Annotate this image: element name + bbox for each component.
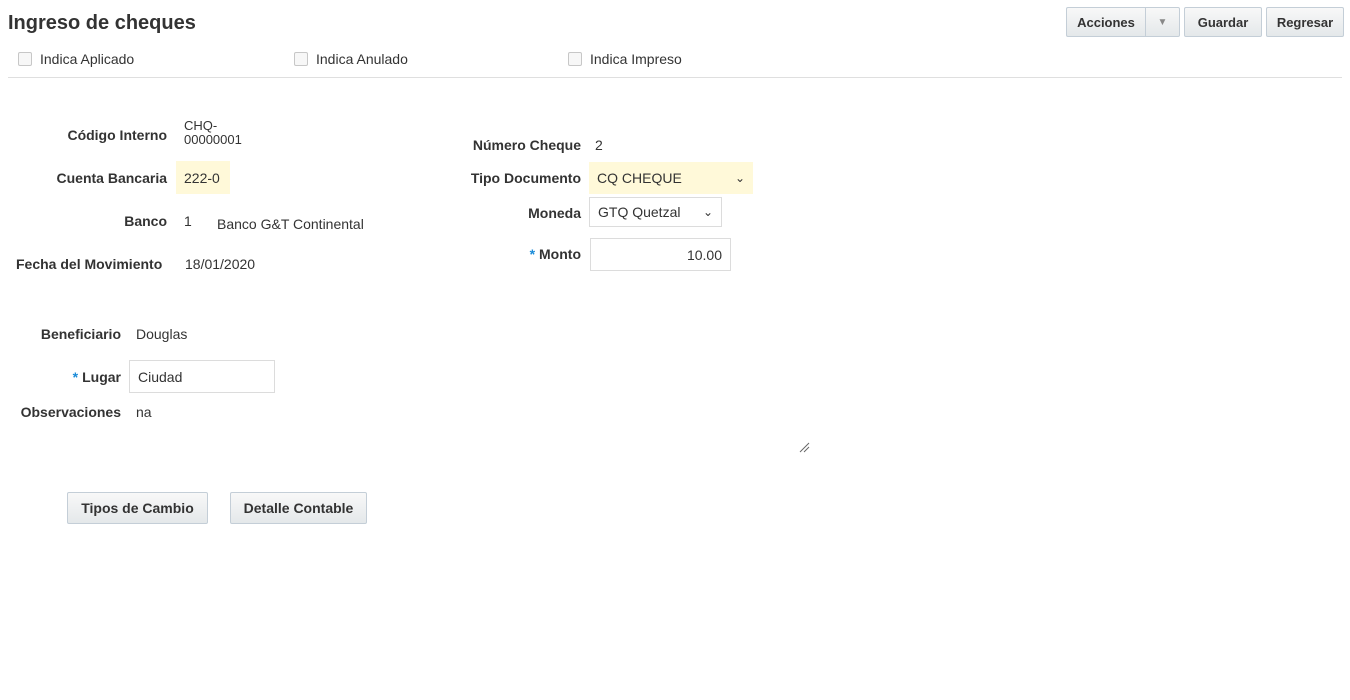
back-button[interactable]: Regresar xyxy=(1266,7,1344,37)
codigo-interno-value: CHQ- 00000001 xyxy=(184,119,242,147)
toolbar: Acciones ▼ Guardar Regresar xyxy=(1066,7,1344,37)
moneda-label: Moneda xyxy=(528,205,581,221)
codigo-interno-line1: CHQ- xyxy=(184,118,218,133)
lugar-label: Lugar xyxy=(82,369,121,385)
fecha-movimiento-label: Fecha del Movimiento xyxy=(16,256,163,272)
divider xyxy=(8,77,1342,78)
tipo-documento-select[interactable]: CQ CHEQUE ⌄ xyxy=(589,162,753,194)
cuenta-bancaria-field[interactable]: 222-0 xyxy=(176,161,230,194)
monto-label: Monto xyxy=(539,246,581,262)
fecha-movimiento-value: 18/01/2020 xyxy=(185,256,256,272)
page-title: Ingreso de cheques xyxy=(8,12,196,34)
tipo-documento-label: Tipo Documento xyxy=(470,170,581,186)
monto-label-wrap: * Monto xyxy=(440,246,581,262)
chevron-down-icon: ⌄ xyxy=(702,205,713,219)
checkbox-anulado-label: Indica Anulado xyxy=(316,51,408,67)
save-button[interactable]: Guardar xyxy=(1184,7,1262,37)
checkbox-icon[interactable] xyxy=(18,52,32,66)
codigo-interno-line2: 00000001 xyxy=(184,132,242,147)
moneda-select[interactable]: GTQ Quetzal ⌄ xyxy=(589,197,722,227)
observaciones-label: Observaciones xyxy=(20,404,121,420)
lugar-input[interactable]: Ciudad xyxy=(129,360,275,393)
chevron-down-icon[interactable]: ▼ xyxy=(1145,7,1180,37)
moneda-value: GTQ Quetzal xyxy=(598,204,681,220)
beneficiario-value: Douglas xyxy=(136,326,188,342)
cuenta-bancaria-label: Cuenta Bancaria xyxy=(56,170,167,186)
resize-handle-icon[interactable] xyxy=(798,440,810,453)
numero-cheque-value: 2 xyxy=(595,137,603,153)
checkbox-anulado[interactable]: Indica Anulado xyxy=(294,51,408,67)
cuenta-bancaria-value: 222-0 xyxy=(184,169,220,186)
beneficiario-label: Beneficiario xyxy=(40,326,121,342)
detalle-contable-button[interactable]: Detalle Contable xyxy=(230,492,367,524)
checkbox-icon[interactable] xyxy=(568,52,582,66)
banco-code: 1 xyxy=(184,213,192,229)
checkbox-icon[interactable] xyxy=(294,52,308,66)
banco-name: Banco G&T Continental xyxy=(217,216,364,232)
actions-button[interactable]: Acciones xyxy=(1066,7,1145,37)
chevron-down-icon: ⌄ xyxy=(734,171,745,185)
lugar-label-wrap: * Lugar xyxy=(20,369,121,385)
tipo-documento-value: CQ CHEQUE xyxy=(597,170,682,186)
checkbox-aplicado[interactable]: Indica Aplicado xyxy=(18,51,134,67)
observaciones-value: na xyxy=(136,404,152,420)
required-marker: * xyxy=(72,369,79,385)
checkbox-impreso[interactable]: Indica Impreso xyxy=(568,51,682,67)
banco-label: Banco xyxy=(124,213,167,229)
codigo-interno-label: Código Interno xyxy=(67,127,167,143)
actions-menu: Acciones ▼ xyxy=(1066,7,1180,37)
required-marker: * xyxy=(529,246,536,262)
checkbox-impreso-label: Indica Impreso xyxy=(590,51,682,67)
monto-value: 10.00 xyxy=(686,246,722,263)
tipos-cambio-button[interactable]: Tipos de Cambio xyxy=(67,492,208,524)
monto-input[interactable]: 10.00 xyxy=(590,238,731,271)
lugar-value: Ciudad xyxy=(138,368,183,385)
checkbox-aplicado-label: Indica Aplicado xyxy=(40,51,135,67)
numero-cheque-label: Número Cheque xyxy=(472,137,581,153)
